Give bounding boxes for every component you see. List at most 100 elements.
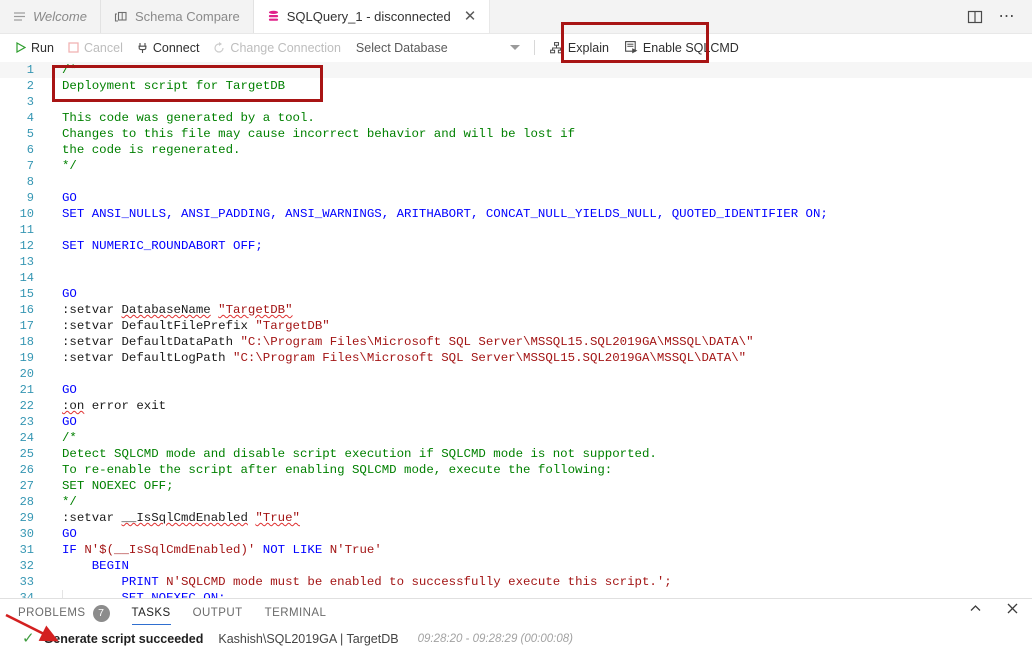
code-text: GO xyxy=(40,526,77,542)
code-line[interactable]: 22:on error exit xyxy=(0,398,1032,414)
code-line[interactable]: 1 /* xyxy=(0,62,1032,78)
cancel-button[interactable]: Cancel xyxy=(61,37,130,59)
code-line[interactable]: 8 xyxy=(0,174,1032,190)
line-number: 23 xyxy=(19,415,34,429)
connect-button[interactable]: Connect xyxy=(130,37,207,59)
chevron-up-icon[interactable] xyxy=(968,601,983,619)
code-line[interactable]: 29:setvar __IsSqlCmdEnabled "True" xyxy=(0,510,1032,526)
panel-tab-terminal[interactable]: TERMINAL xyxy=(265,599,327,627)
line-number: 24 xyxy=(19,431,34,445)
code-line[interactable]: 4 This code was generated by a tool. xyxy=(0,110,1032,126)
code-text: :setvar __IsSqlCmdEnabled "True" xyxy=(40,510,300,526)
line-number: 7 xyxy=(26,159,34,173)
code-line[interactable]: 17:setvar DefaultFilePrefix "TargetDB" xyxy=(0,318,1032,334)
code-text: PRINT N'SQLCMD mode must be enabled to s… xyxy=(40,574,671,590)
line-number: 27 xyxy=(19,479,34,493)
line-number: 32 xyxy=(19,559,34,573)
code-line[interactable]: 16:setvar DatabaseName "TargetDB" xyxy=(0,302,1032,318)
code-line[interactable]: 15 GO xyxy=(0,286,1032,302)
code-line[interactable]: 12 SET NUMERIC_ROUNDABORT OFF; xyxy=(0,238,1032,254)
database-select[interactable]: Select Database xyxy=(348,37,526,59)
code-line[interactable]: 21 GO xyxy=(0,382,1032,398)
code-line[interactable]: 26 To re-enable the script after enabling… xyxy=(0,462,1032,478)
code-token: :setvar DefaultFilePrefix xyxy=(62,319,256,333)
tab-sqlquery1-label: SQLQuery_1 - disconnected xyxy=(286,9,451,24)
code-token: GO xyxy=(62,287,77,301)
cancel-label: Cancel xyxy=(83,40,123,55)
code-line[interactable]: 32 BEGIN xyxy=(0,558,1032,574)
code-line[interactable]: 10 SET ANSI_NULLS, ANSI_PADDING, ANSI_WAR… xyxy=(0,206,1032,222)
code-line[interactable]: 2 Deployment script for TargetDB xyxy=(0,78,1032,94)
schema-compare-icon xyxy=(114,10,128,24)
code-line[interactable]: 31 IF N'$(__IsSqlCmdEnabled)' NOT LIKE N'… xyxy=(0,542,1032,558)
code-line[interactable]: 28 */ xyxy=(0,494,1032,510)
code-text: GO xyxy=(40,382,77,398)
line-number: 10 xyxy=(19,207,34,221)
line-number: 20 xyxy=(19,367,34,381)
sql-editor[interactable]: 1/* 2 Deployment script for TargetDB 3 4 This… xyxy=(0,62,1032,598)
code-line[interactable]: 25 Detect SQLCMD mode and disable script … xyxy=(0,446,1032,462)
split-editor-icon[interactable] xyxy=(967,9,983,25)
panel-actions xyxy=(968,601,1020,619)
code-token: "True" xyxy=(255,511,300,525)
line-number: 2 xyxy=(26,79,34,93)
code-token: error exit xyxy=(84,399,167,413)
code-token: :setvar xyxy=(62,303,122,317)
chevron-down-icon xyxy=(509,45,520,50)
code-token: BEGIN xyxy=(62,559,129,573)
code-line[interactable]: 27 SET NOEXEC OFF; xyxy=(0,478,1032,494)
code-line[interactable]: 13 xyxy=(0,254,1032,270)
code-text: :setvar DefaultDataPath "C:\Program File… xyxy=(40,334,754,350)
code-line[interactable]: 30 GO xyxy=(0,526,1032,542)
line-number: 15 xyxy=(19,287,34,301)
line-number: 33 xyxy=(19,575,34,589)
more-actions-icon[interactable]: ⋯ xyxy=(999,8,1017,25)
run-button[interactable]: Run xyxy=(8,37,61,59)
code-line[interactable]: 6 the code is regenerated. xyxy=(0,142,1032,158)
close-icon[interactable] xyxy=(1005,601,1020,619)
tab-welcome[interactable]: Welcome xyxy=(0,0,101,33)
sqlcmd-icon xyxy=(624,41,638,54)
code-text: Changes to this file may cause incorrect… xyxy=(40,126,575,142)
code-token: PRINT xyxy=(62,575,167,589)
code-line[interactable]: 7 */ xyxy=(0,158,1032,174)
tab-schema-compare[interactable]: Schema Compare xyxy=(100,0,254,33)
code-line[interactable]: 9 GO xyxy=(0,190,1032,206)
tab-sqlquery1[interactable]: SQLQuery_1 - disconnected ✕ xyxy=(253,0,491,33)
enable-sqlcmd-button[interactable]: Enable SQLCMD xyxy=(618,37,746,59)
code-area[interactable]: 1/* 2 Deployment script for TargetDB 3 4 This… xyxy=(0,62,1032,598)
code-token: "TargetDB" xyxy=(218,303,293,317)
code-line[interactable]: 3 xyxy=(0,94,1032,110)
code-text: */ xyxy=(40,158,77,174)
explain-label: Explain xyxy=(567,40,609,55)
code-text: SET NUMERIC_ROUNDABORT OFF; xyxy=(40,238,263,254)
code-token: :setvar DefaultDataPath xyxy=(62,335,241,349)
code-line[interactable]: 34 SET NOEXEC ON; xyxy=(0,590,1032,598)
code-line[interactable]: 23 GO xyxy=(0,414,1032,430)
code-token: */ xyxy=(62,159,77,173)
close-icon[interactable]: ✕ xyxy=(464,9,477,24)
explain-button[interactable]: Explain xyxy=(543,37,616,59)
code-token: SET NUMERIC_ROUNDABORT OFF; xyxy=(62,239,263,253)
panel-tab-problems[interactable]: PROBLEMS 7 xyxy=(18,599,110,627)
code-line[interactable]: 20 xyxy=(0,366,1032,382)
line-number: 17 xyxy=(19,319,34,333)
change-connection-button[interactable]: Change Connection xyxy=(206,37,348,59)
code-line[interactable]: 33 PRINT N'SQLCMD mode must be enabled t… xyxy=(0,574,1032,590)
code-line[interactable]: 18:setvar DefaultDataPath "C:\Program Fi… xyxy=(0,334,1032,350)
code-line[interactable]: 14 xyxy=(0,270,1032,286)
code-text: This code was generated by a tool. xyxy=(40,110,315,126)
code-line[interactable]: 24 /* xyxy=(0,430,1032,446)
code-token: Changes to this file may cause incorrect… xyxy=(62,127,576,141)
panel-tab-tasks[interactable]: TASKS xyxy=(131,599,171,627)
code-token: GO xyxy=(62,383,77,397)
task-row[interactable]: ✓ Generate script succeeded Kashish\SQL2… xyxy=(0,627,1032,646)
code-line[interactable]: 11 xyxy=(0,222,1032,238)
panel-tab-output[interactable]: OUTPUT xyxy=(193,599,243,627)
run-label: Run xyxy=(31,40,54,55)
code-line[interactable]: 5 Changes to this file may cause incorrec… xyxy=(0,126,1032,142)
code-token: This code was generated by a tool. xyxy=(62,111,315,125)
line-number: 31 xyxy=(19,543,34,557)
code-token: the code is regenerated. xyxy=(62,143,241,157)
code-line[interactable]: 19:setvar DefaultLogPath "C:\Program Fil… xyxy=(0,350,1032,366)
